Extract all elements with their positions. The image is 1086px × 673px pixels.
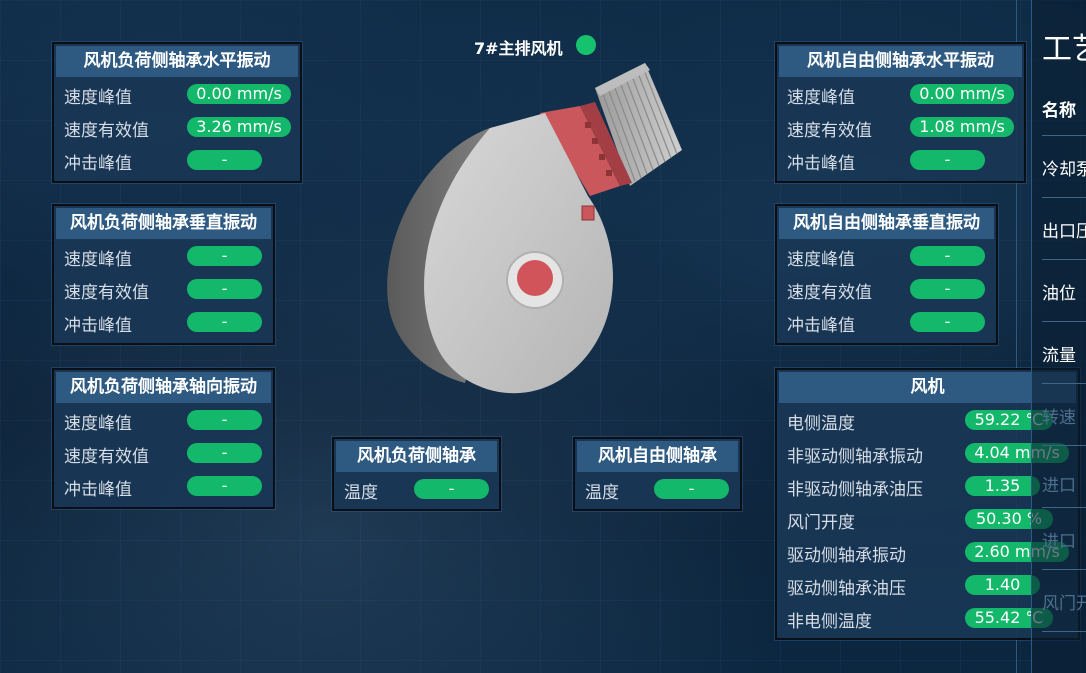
process-row-label: 流量 bbox=[1042, 346, 1076, 366]
panel-title: 风机自由侧轴承垂直振动 bbox=[779, 208, 994, 239]
metric-label: 速度有效值 bbox=[64, 283, 149, 303]
divider bbox=[1042, 445, 1086, 446]
metric-row: 速度峰值 0.00 mm/s bbox=[54, 77, 300, 110]
panel-free-vertical-vibration: 风机自由侧轴承垂直振动 速度峰值 - 速度有效值 - 冲击峰值 - bbox=[775, 204, 998, 345]
fan-hub bbox=[517, 260, 553, 296]
metric-value: 1.40 bbox=[965, 575, 1040, 595]
metric-value: - bbox=[910, 150, 985, 170]
metric-label: 速度有效值 bbox=[64, 447, 149, 467]
metric-label: 冲击峰值 bbox=[787, 154, 855, 174]
metric-label: 速度峰值 bbox=[787, 250, 855, 270]
metric-label: 非驱动侧轴承油压 bbox=[787, 480, 923, 500]
metric-row: 冲击峰值 - bbox=[54, 469, 273, 502]
metric-value: - bbox=[910, 279, 985, 299]
metric-value: - bbox=[910, 246, 985, 266]
panel-title: 风机负荷侧轴承水平振动 bbox=[56, 46, 298, 77]
metric-label: 非驱动侧轴承振动 bbox=[787, 447, 923, 467]
panel-title: 风机负荷侧轴承 bbox=[336, 441, 497, 472]
metric-row: 速度峰值 0.00 mm/s bbox=[777, 77, 1024, 110]
process-row-label: 风门开 bbox=[1042, 594, 1086, 614]
metric-label: 驱动侧轴承油压 bbox=[787, 579, 906, 599]
panel-load-axial-vibration: 风机负荷侧轴承轴向振动 速度峰值 - 速度有效值 - 冲击峰值 - bbox=[52, 368, 275, 509]
divider bbox=[1042, 321, 1086, 322]
metric-row: 冲击峰值 - bbox=[54, 143, 300, 176]
metric-label: 风门开度 bbox=[787, 513, 855, 533]
metric-label: 冲击峰值 bbox=[64, 154, 132, 174]
metric-label: 速度有效值 bbox=[787, 121, 872, 141]
metric-row: 速度有效值 - bbox=[54, 436, 273, 469]
panel-free-bearing: 风机自由侧轴承 温度 - bbox=[573, 437, 742, 511]
panel-title: 风机负荷侧轴承垂直振动 bbox=[56, 208, 271, 239]
metric-label: 冲击峰值 bbox=[64, 316, 132, 336]
metric-row: 温度 - bbox=[334, 472, 499, 505]
metric-label: 冲击峰值 bbox=[787, 316, 855, 336]
metric-value: - bbox=[187, 312, 262, 332]
fan-illustration bbox=[387, 63, 682, 394]
panel-load-vertical-vibration: 风机负荷侧轴承垂直振动 速度峰值 - 速度有效值 - 冲击峰值 - bbox=[52, 204, 275, 345]
process-panel-title: 工艺 bbox=[1042, 32, 1086, 67]
divider bbox=[1042, 383, 1086, 384]
panel-free-horizontal-vibration: 风机自由侧轴承水平振动 速度峰值 0.00 mm/s 速度有效值 1.08 mm… bbox=[775, 42, 1026, 183]
metric-row: 温度 - bbox=[575, 472, 740, 505]
metric-row: 速度有效值 - bbox=[54, 272, 273, 305]
metric-value: - bbox=[187, 476, 262, 496]
metric-label: 速度峰值 bbox=[64, 250, 132, 270]
metric-value: - bbox=[910, 312, 985, 332]
metric-label: 速度有效值 bbox=[64, 121, 149, 141]
divider bbox=[1042, 259, 1086, 260]
metric-row: 冲击峰值 - bbox=[54, 305, 273, 338]
process-row-label: 进口 bbox=[1042, 476, 1076, 496]
metric-label: 驱动侧轴承振动 bbox=[787, 546, 906, 566]
process-side-panel: 工艺 名称 冷却泵 出口压 油位 流量 转速 进口 进口 风门开 bbox=[1031, 0, 1086, 673]
metric-value: 0.00 mm/s bbox=[910, 84, 1014, 104]
divider bbox=[1042, 197, 1086, 198]
process-column-header: 名称 bbox=[1042, 101, 1076, 121]
metric-value: 3.26 mm/s bbox=[187, 117, 291, 137]
metric-row: 速度峰值 - bbox=[777, 239, 996, 272]
metric-label: 电侧温度 bbox=[787, 414, 855, 434]
fan-title: 7#主排风机 bbox=[474, 39, 563, 58]
divider bbox=[1042, 569, 1086, 570]
fan-status-indicator bbox=[576, 35, 596, 55]
sensor-box bbox=[581, 205, 595, 221]
metric-row: 速度有效值 1.08 mm/s bbox=[777, 110, 1024, 143]
metric-label: 冲击峰值 bbox=[64, 480, 132, 500]
metric-value: - bbox=[187, 279, 262, 299]
metric-row: 速度有效值 3.26 mm/s bbox=[54, 110, 300, 143]
metric-value: 0.00 mm/s bbox=[187, 84, 291, 104]
metric-label: 速度有效值 bbox=[787, 283, 872, 303]
metric-value: 1.08 mm/s bbox=[910, 117, 1014, 137]
process-row-label: 转速 bbox=[1042, 408, 1076, 428]
metric-label: 非电侧温度 bbox=[787, 612, 872, 632]
metric-value: - bbox=[654, 479, 729, 499]
panel-load-horizontal-vibration: 风机负荷侧轴承水平振动 速度峰值 0.00 mm/s 速度有效值 3.26 mm… bbox=[52, 42, 302, 183]
panel-title: 风机自由侧轴承 bbox=[577, 441, 738, 472]
metric-label: 温度 bbox=[344, 483, 378, 503]
metric-label: 温度 bbox=[585, 483, 619, 503]
metric-label: 速度峰值 bbox=[64, 414, 132, 434]
metric-value: - bbox=[414, 479, 489, 499]
divider bbox=[1042, 135, 1086, 136]
panel-title: 风机负荷侧轴承轴向振动 bbox=[56, 372, 271, 403]
metric-value: - bbox=[187, 410, 262, 430]
divider bbox=[1042, 631, 1086, 632]
metric-value: 1.35 bbox=[965, 476, 1040, 496]
metric-row: 速度峰值 - bbox=[54, 239, 273, 272]
process-row-label: 出口压 bbox=[1042, 222, 1086, 242]
metric-value: - bbox=[187, 246, 262, 266]
divider bbox=[1042, 507, 1086, 508]
panel-title: 风机自由侧轴承水平振动 bbox=[779, 46, 1022, 77]
metric-row: 速度有效值 - bbox=[777, 272, 996, 305]
metric-label: 速度峰值 bbox=[64, 88, 132, 108]
process-row-label: 进口 bbox=[1042, 532, 1076, 552]
metric-label: 速度峰值 bbox=[787, 88, 855, 108]
panel-load-bearing: 风机负荷侧轴承 温度 - bbox=[332, 437, 501, 511]
metric-row: 冲击峰值 - bbox=[777, 305, 996, 338]
metric-value: - bbox=[187, 443, 262, 463]
metric-row: 速度峰值 - bbox=[54, 403, 273, 436]
metric-value: - bbox=[187, 150, 262, 170]
metric-row: 冲击峰值 - bbox=[777, 143, 1024, 176]
process-row-label: 油位 bbox=[1042, 284, 1076, 304]
process-row-label: 冷却泵 bbox=[1042, 160, 1086, 180]
